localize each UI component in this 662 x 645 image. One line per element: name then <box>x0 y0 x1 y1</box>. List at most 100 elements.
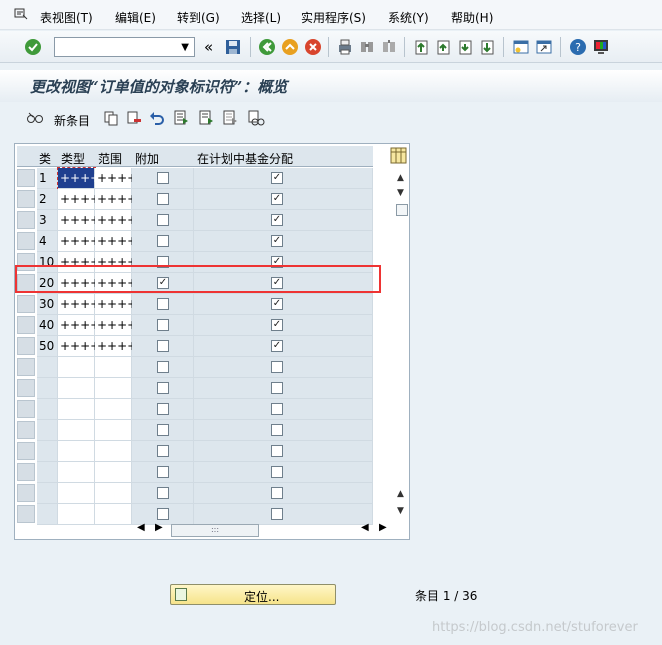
last-page-icon[interactable] <box>478 38 496 56</box>
row-selector[interactable] <box>17 484 35 502</box>
menu-system[interactable]: 系统(Y) <box>388 9 429 26</box>
cell-additional[interactable] <box>132 420 194 441</box>
select-block-icon[interactable] <box>198 110 214 126</box>
vertical-scrollbar[interactable]: ▲ ▼ ▲ ▼ <box>395 169 408 516</box>
fund-allocation-checkbox[interactable]: ✓ <box>271 298 283 310</box>
cell-additional[interactable] <box>132 294 194 315</box>
cell-range[interactable]: ++++ <box>95 294 137 315</box>
additional-checkbox[interactable] <box>157 445 169 457</box>
enter-check-icon[interactable] <box>24 38 42 56</box>
cell-fund-allocation[interactable]: ✓ <box>194 315 373 336</box>
scroll-left-icon[interactable]: ◀ <box>361 522 369 533</box>
help-icon[interactable]: ? <box>569 38 587 56</box>
row-selector[interactable] <box>17 442 35 460</box>
additional-checkbox[interactable] <box>157 319 169 331</box>
cell-additional[interactable] <box>132 231 194 252</box>
cell-fund-allocation[interactable]: ✓ <box>194 273 373 294</box>
first-page-icon[interactable] <box>412 38 430 56</box>
cell-type[interactable]: ++++ <box>58 315 100 336</box>
cell-additional[interactable] <box>132 336 194 357</box>
cell-type[interactable]: ++++ <box>58 273 100 294</box>
cell-type[interactable] <box>58 378 95 399</box>
select-all-icon[interactable] <box>173 110 189 126</box>
cell-range[interactable] <box>95 399 132 420</box>
print-icon[interactable] <box>336 38 354 56</box>
fund-allocation-checkbox[interactable]: ✓ <box>271 193 283 205</box>
nav-back-icon[interactable]: « <box>204 38 213 56</box>
cell-fund-allocation[interactable]: ✓ <box>194 294 373 315</box>
deselect-all-icon[interactable] <box>222 110 238 126</box>
cell-additional[interactable] <box>132 399 194 420</box>
fund-allocation-checkbox[interactable] <box>271 508 283 520</box>
cell-type[interactable] <box>58 399 95 420</box>
command-field[interactable]: ▼ <box>54 37 195 57</box>
fund-allocation-checkbox[interactable] <box>271 382 283 394</box>
cell-fund-allocation[interactable]: ✓ <box>194 168 373 189</box>
cell-range[interactable] <box>95 420 132 441</box>
cell-additional[interactable] <box>132 441 194 462</box>
row-selector[interactable] <box>17 505 35 523</box>
menu-utilities[interactable]: 实用程序(S) <box>301 9 366 26</box>
cell-type[interactable]: ++++ <box>58 231 100 252</box>
cell-range[interactable]: ++++ <box>95 315 137 336</box>
row-selector[interactable] <box>17 463 35 481</box>
change-display-glasses-icon[interactable] <box>26 110 44 126</box>
cell-fund-allocation[interactable]: ✓ <box>194 210 373 231</box>
row-selector[interactable] <box>17 190 35 208</box>
cell-fund-allocation[interactable]: ✓ <box>194 189 373 210</box>
fund-allocation-checkbox[interactable] <box>271 466 283 478</box>
cell-type[interactable] <box>58 420 95 441</box>
cell-range[interactable]: ++++ <box>95 336 137 357</box>
additional-checkbox[interactable] <box>157 235 169 247</box>
column-header-additional[interactable]: 附加 <box>135 150 159 167</box>
fund-allocation-checkbox[interactable] <box>271 445 283 457</box>
cell-fund-allocation[interactable] <box>194 378 373 399</box>
copy-as-icon[interactable] <box>103 110 119 126</box>
row-selector[interactable] <box>17 211 35 229</box>
cell-additional[interactable] <box>132 483 194 504</box>
scroll-page-down-icon[interactable]: ▼ <box>397 506 404 516</box>
cell-additional[interactable] <box>132 168 194 189</box>
fund-allocation-checkbox[interactable]: ✓ <box>271 235 283 247</box>
row-selector[interactable] <box>17 295 35 313</box>
table-settings-icon[interactable] <box>390 147 407 164</box>
fund-allocation-checkbox[interactable] <box>271 361 283 373</box>
column-header-type[interactable]: 类型 <box>61 150 85 167</box>
additional-checkbox[interactable] <box>157 382 169 394</box>
additional-checkbox[interactable] <box>157 214 169 226</box>
cell-additional[interactable]: ✓ <box>132 273 194 294</box>
row-selector[interactable] <box>17 274 35 292</box>
cell-range[interactable]: ++++ <box>95 273 137 294</box>
exit-icon[interactable] <box>281 38 299 56</box>
row-selector[interactable] <box>17 316 35 334</box>
menu-goto[interactable]: 转到(G) <box>177 9 220 26</box>
cell-range[interactable]: ++++ <box>95 189 137 210</box>
row-selector[interactable] <box>17 169 35 187</box>
fund-allocation-checkbox[interactable]: ✓ <box>271 172 283 184</box>
next-page-icon[interactable] <box>456 38 474 56</box>
cell-range[interactable] <box>95 441 132 462</box>
cell-fund-allocation[interactable] <box>194 399 373 420</box>
row-selector[interactable] <box>17 337 35 355</box>
cell-range[interactable]: ++++ <box>95 168 137 189</box>
cell-range[interactable]: ++++ <box>95 252 137 273</box>
back-icon[interactable] <box>258 38 276 56</box>
fund-allocation-checkbox[interactable]: ✓ <box>271 256 283 268</box>
fund-allocation-checkbox[interactable]: ✓ <box>271 277 283 289</box>
additional-checkbox[interactable] <box>157 172 169 184</box>
row-selector[interactable] <box>17 358 35 376</box>
cell-fund-allocation[interactable]: ✓ <box>194 252 373 273</box>
scroll-right-icon[interactable]: ▶ <box>379 522 387 533</box>
horizontal-scrollbar-left[interactable]: ◀ ▶ ::: ◀ ▶ <box>133 521 393 537</box>
cell-type[interactable]: ++++ <box>57 167 100 190</box>
customize-layout-icon[interactable] <box>592 38 610 56</box>
cell-fund-allocation[interactable]: ✓ <box>194 336 373 357</box>
row-selector[interactable] <box>17 400 35 418</box>
cell-additional[interactable] <box>132 189 194 210</box>
cell-range[interactable] <box>95 378 132 399</box>
delete-icon[interactable] <box>126 110 142 126</box>
scroll-down-icon[interactable]: ▼ <box>397 188 404 198</box>
shortcut-icon[interactable] <box>535 38 553 56</box>
menu-selection[interactable]: 选择(L) <box>241 9 281 26</box>
cell-additional[interactable] <box>132 210 194 231</box>
